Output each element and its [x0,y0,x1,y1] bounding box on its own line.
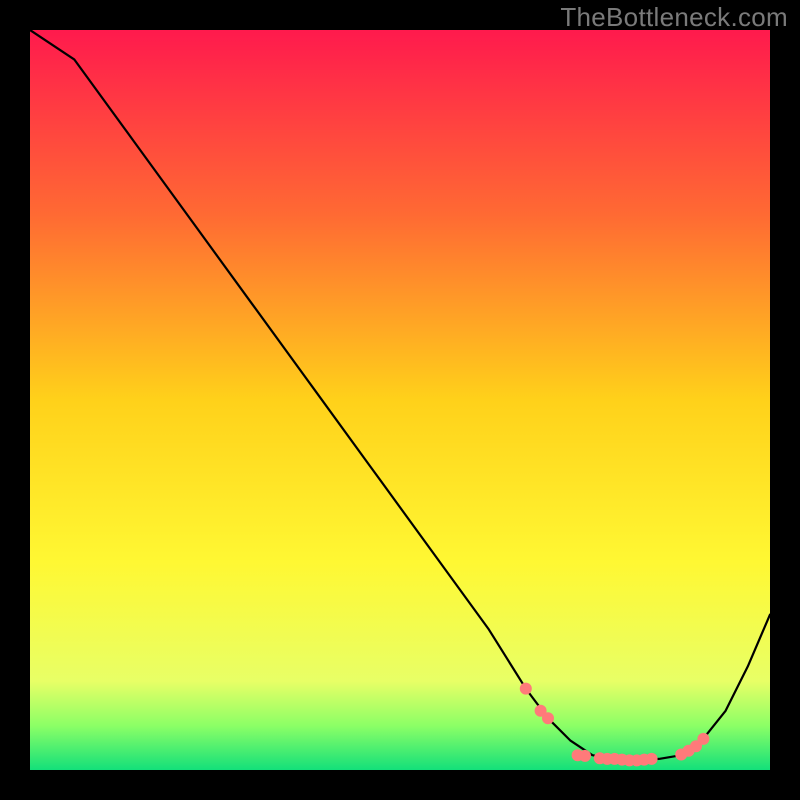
chart-svg [30,30,770,770]
chart-plot-area [30,30,770,770]
chart-stage: TheBottleneck.com [0,0,800,800]
highlight-dot [646,753,658,765]
highlight-dot [520,683,532,695]
gradient-background [30,30,770,770]
watermark-text: TheBottleneck.com [560,2,788,33]
highlight-dot [542,712,554,724]
highlight-dot [579,750,591,762]
highlight-dot [697,733,709,745]
